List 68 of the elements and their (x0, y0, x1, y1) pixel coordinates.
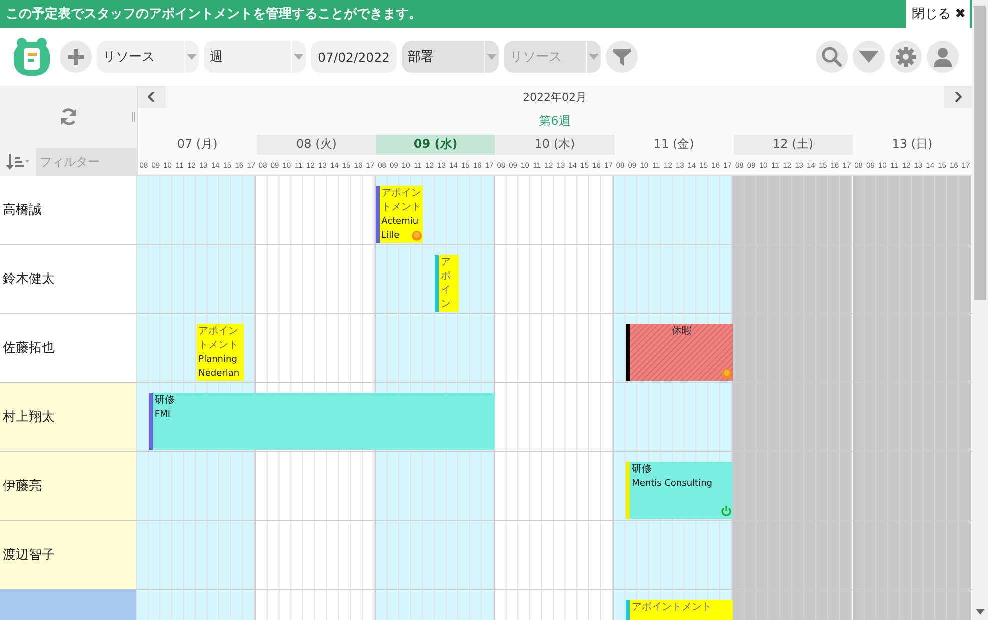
search-button[interactable] (816, 41, 848, 73)
day-header[interactable]: 08 (火) (257, 134, 376, 156)
dropdown[interactable]: リソース (97, 41, 199, 73)
resource-name-cell[interactable]: 伊藤亮 (0, 452, 137, 520)
settings-button[interactable] (890, 41, 922, 73)
search-icon (821, 46, 843, 68)
banner-message: この予定表でスタッフのアポイントメントを管理することができます。 (5, 6, 423, 23)
resource-name-cell[interactable]: 佐藤拓也 (0, 314, 137, 382)
next-button[interactable] (944, 86, 972, 108)
event-title: 休暇 (671, 325, 694, 339)
event-client: Actemiu (382, 216, 419, 229)
training-event[interactable]: 研修 FMI (148, 393, 495, 450)
dropdown[interactable]: 週 (204, 41, 306, 73)
event-title: アポイントメント (632, 601, 714, 615)
chevron-left-icon (148, 92, 156, 102)
event-client: Mentis Consulting (632, 478, 712, 491)
appointment-event[interactable]: アポイントメント Planning Nederlan (196, 324, 244, 381)
scroll-down-icon[interactable] (976, 609, 985, 615)
week-label: 第6週 (539, 112, 571, 130)
day-header[interactable]: 09 (水) (376, 134, 496, 156)
day-header[interactable]: 11 (金) (614, 134, 734, 156)
caret-icon (589, 54, 599, 60)
refresh-icon[interactable] (58, 107, 78, 127)
app-logo-icon (12, 36, 52, 78)
event-client: FMI (154, 409, 171, 422)
day-header[interactable]: 12 (土) (734, 134, 853, 156)
dropdown[interactable]: 部署 (402, 41, 499, 73)
month-label: 2022年02月 (522, 90, 588, 104)
resource-name-cell[interactable]: 鈴木健太 (0, 245, 137, 313)
day-header[interactable]: 13 (日) (852, 134, 972, 156)
caret-icon (859, 51, 879, 63)
appointment-event[interactable]: アポイントメント Actemiu Lille (376, 186, 424, 243)
event-title: アポイントメント (382, 187, 422, 215)
filter-button[interactable] (606, 41, 638, 73)
resource-name-cell[interactable]: 渡辺智子 (0, 521, 137, 589)
chevron-right-icon (954, 92, 962, 102)
user-icon (932, 46, 954, 68)
close-button[interactable]: 閉じる ✖ (906, 0, 970, 28)
settings-icon (895, 46, 917, 68)
event-client: Nederlan (198, 368, 240, 381)
scrollbar-thumb[interactable] (974, 6, 986, 300)
event-title: アポイン (441, 256, 452, 312)
day-header[interactable]: 07 (月) (138, 134, 258, 156)
day-header[interactable]: 10 (木) (495, 134, 615, 156)
training-event[interactable]: 研修 Mentis Consulting (626, 462, 734, 519)
appointment-event[interactable]: アポイントメント (626, 600, 734, 620)
event-title: アポイントメント (198, 325, 240, 353)
filter-field[interactable]: フィルター (36, 148, 137, 176)
caret-icon (487, 54, 497, 60)
plus-icon (66, 47, 86, 67)
sort-icon (6, 154, 30, 170)
scrollbar[interactable] (972, 0, 988, 620)
add-button[interactable] (60, 41, 92, 73)
resource-name-cell[interactable]: 村上翔太 (0, 383, 137, 451)
event-client: Planning (198, 354, 238, 367)
vacation-event[interactable]: 休暇 (626, 324, 734, 381)
appointment-event[interactable]: アポイン (435, 255, 460, 312)
date-field[interactable]: 07/02/2022 (311, 41, 397, 73)
previous-button[interactable] (138, 86, 166, 108)
event-title: 研修 (632, 463, 654, 477)
caret-icon (187, 54, 197, 60)
caret-icon (294, 54, 304, 60)
event-client: Lille (382, 230, 400, 243)
user-button[interactable] (927, 41, 959, 73)
splitter-handle[interactable] (132, 112, 135, 122)
event-title: 研修 (154, 394, 176, 408)
filter-icon (612, 47, 632, 67)
dropdown-button[interactable] (853, 41, 885, 73)
